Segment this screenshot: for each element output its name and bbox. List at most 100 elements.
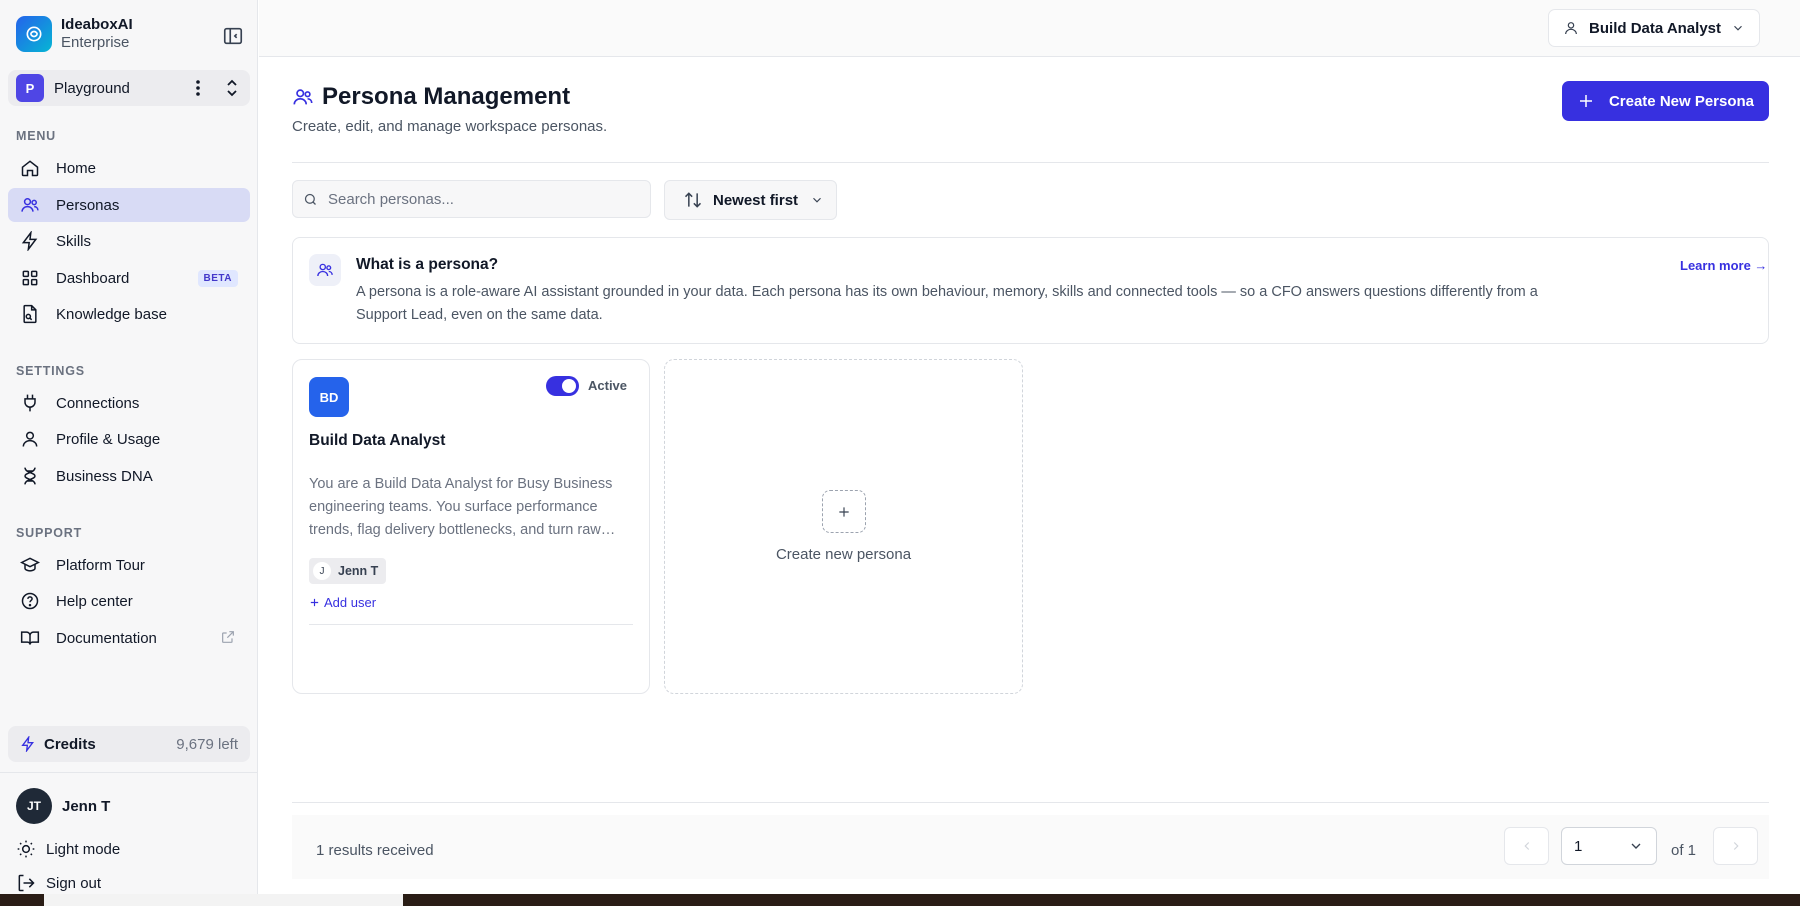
create-persona-card[interactable]: Create new persona [664,359,1023,694]
sort-dropdown[interactable]: Newest first [664,180,837,220]
brand[interactable]: IdeaboxAI Enterprise [16,16,133,52]
credits-panel[interactable]: Credits 9,679 left [8,726,250,762]
chevron-down-icon [1731,21,1745,35]
card-divider [309,624,633,625]
next-page-button[interactable] [1713,827,1758,865]
user-icon [20,429,40,449]
sidebar-item-label: Business DNA [56,467,153,485]
toggle-knob [562,379,576,393]
learn-more-link[interactable]: Learn more → [1680,258,1767,273]
sidebar-item-label: Documentation [56,629,157,647]
users-icon [292,86,314,108]
header-divider [292,162,1769,163]
user-profile[interactable]: JT Jenn T [16,788,110,824]
avatar: JT [16,788,52,824]
workspace-avatar: P [16,74,44,102]
create-persona-label: Create new persona [775,546,912,563]
bolt-icon [20,231,40,251]
page-header: Persona Management [292,83,570,111]
sidebar-item-home[interactable]: Home [8,151,250,185]
page-title: Persona Management [322,83,571,110]
sidebar-item-documentation[interactable]: Documentation [8,621,250,655]
user-icon [1563,20,1579,36]
sidebar-item-label: Skills [56,232,92,250]
menu-section-label: MENU [16,129,57,143]
info-title: What is a persona? [356,256,499,273]
persona-card[interactable]: BD Active Build Data Analyst You are a B… [292,359,650,694]
chevron-down-icon [810,193,824,207]
chevron-up-down-icon[interactable] [222,78,242,98]
create-new-persona-label: Create New Persona [1608,92,1755,110]
log-out-icon [16,873,36,893]
credits-left: 9,679 left [176,735,238,753]
pagination-footer: 1 results received 1 of 1 [292,815,1769,879]
sidebar-item-label: Profile & Usage [56,430,161,448]
taskbar-search[interactable] [44,894,403,906]
sidebar-item-label: Personas [56,196,120,214]
sort-label: Newest first [713,191,799,209]
active-toggle[interactable] [546,376,579,396]
avatar: J [313,562,331,580]
book-open-icon [20,628,40,648]
assigned-user-chip: J Jenn T [309,558,387,584]
sidebar-item-skills[interactable]: Skills [8,224,250,258]
plus-icon [1577,92,1595,110]
sidebar-item-label: Connections [56,394,140,412]
beta-badge: BETA [197,270,238,287]
credits-label: Credits [44,735,96,753]
chevron-down-icon [1628,838,1644,854]
add-user-button[interactable]: Add user [309,595,376,610]
page-total: of 1 [1671,842,1697,859]
document-icon [20,304,40,324]
users-icon [20,195,40,215]
sidebar-item-knowledge-base[interactable]: Knowledge base [8,297,250,331]
search-box[interactable] [292,180,651,218]
sidebar-item-label: Platform Tour [56,556,145,574]
add-user-label: Add user [324,595,377,610]
info-body: A persona is a role-aware AI assistant g… [356,284,1538,323]
persona-switcher[interactable]: Build Data Analyst [1548,9,1760,47]
brand-plan: Enterprise [61,34,130,51]
brand-name: IdeaboxAI [61,16,133,33]
plus-icon [309,597,320,608]
sign-out-button[interactable]: Sign out [16,873,101,893]
light-mode-label: Light mode [46,840,121,858]
active-persona-label: Build Data Analyst [1589,19,1721,37]
help-circle-icon [20,591,40,611]
sun-icon [16,839,36,859]
search-input[interactable] [328,190,628,208]
main-content: Persona Management Create, edit, and man… [259,57,1800,894]
sidebar-item-profile-usage[interactable]: Profile & Usage [8,422,250,456]
status-label: Active [588,378,628,393]
sidebar: IdeaboxAI Enterprise P Playground MENU H… [0,0,258,894]
previous-page-button[interactable] [1504,827,1549,865]
sidebar-item-help-center[interactable]: Help center [8,584,250,618]
sidebar-item-label: Dashboard [56,269,130,287]
sign-out-label: Sign out [46,874,102,892]
sidebar-item-connections[interactable]: Connections [8,386,250,420]
sidebar-item-platform-tour[interactable]: Platform Tour [8,548,250,582]
results-count: 1 results received [316,842,434,859]
assigned-user-name: Jenn T [338,564,379,578]
sidebar-item-dashboard[interactable]: Dashboard BETA [8,261,250,295]
more-vertical-icon[interactable] [188,78,208,98]
sidebar-item-personas[interactable]: Personas [8,188,250,222]
page-subtitle: Create, edit, and manage workspace perso… [292,118,608,135]
light-mode-toggle[interactable]: Light mode [16,839,120,859]
persona-name: Build Data Analyst [309,432,446,449]
grid-icon [20,268,40,288]
workspace-switcher[interactable]: P Playground [8,70,250,106]
sidebar-item-label: Home [56,159,97,177]
sidebar-item-business-dna[interactable]: Business DNA [8,459,250,493]
page-value: 1 [1574,837,1583,855]
workspace-name: Playground [54,79,130,97]
search-icon [303,192,318,207]
settings-section-label: SETTINGS [16,364,85,378]
users-icon [309,254,341,286]
create-new-persona-button[interactable]: Create New Persona [1562,81,1769,121]
sidebar-item-label: Knowledge base [56,305,167,323]
external-link-icon [220,629,238,647]
sidebar-collapse-icon[interactable] [222,25,244,47]
page-select[interactable]: 1 [1561,827,1657,865]
plus-icon [822,490,866,533]
